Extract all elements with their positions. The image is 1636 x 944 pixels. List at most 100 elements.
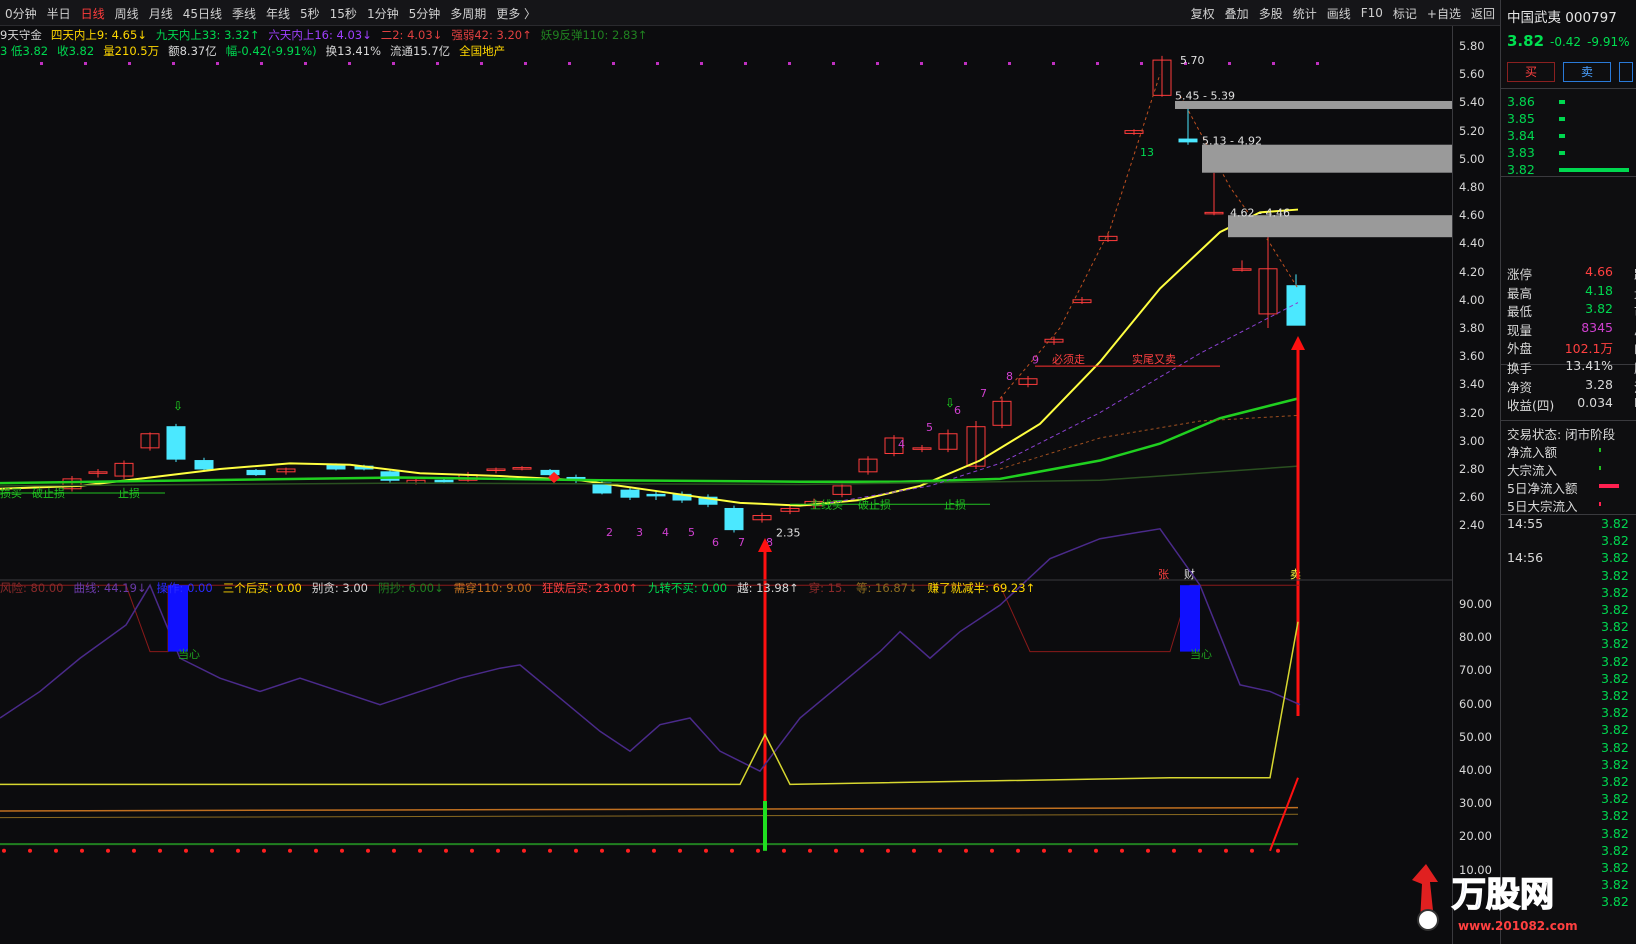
period-tab-10[interactable]: 1分钟: [362, 5, 404, 22]
price-tick: 3.20: [1459, 405, 1485, 420]
baseline-dot: [158, 848, 162, 853]
bid-volume-bar: [1559, 151, 1565, 155]
signal-dot: [788, 62, 791, 65]
operate-bar: [1180, 585, 1200, 652]
price-tick: 4.20: [1459, 264, 1485, 279]
baseline-dot: [756, 848, 760, 853]
kline-chart[interactable]: 5.70 5.45 - 5.39 5.13 - 4.92 4.62 - 4.46 2.3…: [0, 26, 1452, 944]
tick-row: 3.82: [1507, 533, 1636, 550]
baseline-dot: [730, 848, 734, 853]
tick-price: 3.82: [1601, 688, 1629, 703]
tick-price: 3.82: [1601, 653, 1629, 669]
zone-label: 4.62 - 4.46: [1230, 206, 1290, 219]
tick-price: 3.82: [1601, 516, 1629, 531]
ind-value-1: 曲线: 44.19↓: [73, 581, 147, 595]
tool-button-5[interactable]: F10: [1356, 6, 1388, 20]
baseline-dot: [860, 848, 864, 853]
watermark-logo: 万股网 www.201082.com: [1412, 864, 1578, 933]
brown-line: [0, 813, 1299, 819]
indicator-tick: 20.00: [1459, 829, 1492, 844]
tick-row: 3.82: [1507, 705, 1636, 722]
period-tab-1[interactable]: 半日: [42, 5, 76, 22]
period-tab-6[interactable]: 季线: [227, 5, 261, 22]
period-tab-3[interactable]: 周线: [110, 5, 144, 22]
stat-key: 最低: [1507, 304, 1533, 319]
period-tab-7[interactable]: 年线: [261, 5, 295, 22]
baseline-dot: [418, 848, 422, 853]
candle-body: [380, 471, 400, 481]
signal-dot: [1096, 62, 1099, 65]
price-pct: -9.91%: [1587, 35, 1630, 49]
period-tab-11[interactable]: 5分钟: [404, 5, 446, 22]
period-tab-13[interactable]: 更多 〉: [491, 5, 541, 22]
flow-row: 大宗流入: [1507, 460, 1636, 478]
baseline-dot: [886, 848, 890, 853]
period-tabs: 0分钟 半日 日线 周线 月线 45日线 季线 年线 5秒 15秒 1分钟 5分钟 多周期 更多 〉: [0, 0, 541, 26]
stop-label: 止损: [944, 497, 966, 511]
zone-label: 5.13 - 4.92: [1202, 134, 1262, 147]
tool-button-0[interactable]: 复权: [1186, 5, 1220, 22]
stat-row: 最高4.18量: [1507, 283, 1636, 301]
period-tab-9[interactable]: 15秒: [325, 5, 362, 22]
period-tab-4[interactable]: 月线: [144, 5, 178, 22]
bid-row[interactable]: 3.84: [1507, 128, 1636, 146]
tool-button-7[interactable]: +自选: [1422, 5, 1466, 22]
flow-bar: [1599, 502, 1601, 506]
seq-number: 4: [898, 438, 905, 451]
price-tick: 2.80: [1459, 462, 1485, 476]
bid-row[interactable]: 3.86: [1507, 94, 1636, 112]
bid-row[interactable]: 3.85: [1507, 111, 1636, 129]
stat-key: 换手: [1507, 361, 1533, 376]
candle-body: [724, 507, 744, 531]
tool-button-8[interactable]: 返回: [1466, 5, 1500, 22]
baseline-dot: [1146, 848, 1150, 853]
sell-label: 实尾又卖: [1132, 352, 1176, 366]
baseline-dot: [1224, 848, 1228, 853]
tick-row: 3.82: [1507, 636, 1636, 653]
baseline-dot: [522, 848, 526, 853]
careful-label: 当心: [1190, 647, 1212, 661]
stat-value: 4.18: [1585, 282, 1613, 298]
period-tab-8[interactable]: 5秒: [295, 5, 325, 22]
stat-key: 现量: [1507, 322, 1533, 338]
more-button[interactable]: [1619, 62, 1633, 82]
price-tick: 4.40: [1459, 236, 1485, 251]
tool-button-6[interactable]: 标记: [1388, 5, 1422, 22]
baseline-dot: [652, 848, 656, 853]
baseline-dot: [964, 848, 968, 853]
price-tick: 5.80: [1459, 39, 1485, 53]
ma30-line: [999, 414, 1299, 470]
indicator-tick: 40.00: [1459, 763, 1492, 777]
price-tick: 2.40: [1459, 518, 1485, 533]
tool-button-2[interactable]: 多股: [1254, 5, 1288, 22]
baseline-dot: [678, 848, 682, 853]
tick-price: 3.82: [1601, 808, 1629, 824]
baseline-dot: [184, 848, 188, 853]
tool-button-1[interactable]: 叠加: [1220, 5, 1254, 22]
candle-body: [194, 460, 214, 470]
baseline-dot: [704, 848, 708, 853]
ind-value-7: 狂跌后买: 23.00↑: [541, 581, 638, 595]
bid-row[interactable]: 3.82: [1507, 162, 1636, 180]
tool-button-4[interactable]: 画线: [1322, 5, 1356, 22]
tool-button-3[interactable]: 统计: [1288, 5, 1322, 22]
tick-row: 14:56 3.82: [1507, 550, 1636, 567]
period-tab-12[interactable]: 多周期: [445, 5, 491, 22]
buy-button[interactable]: 买: [1507, 62, 1555, 82]
stat-value: 8345: [1581, 319, 1613, 335]
flow-row: 5日净流入额: [1507, 478, 1636, 496]
seq-number: 2: [606, 526, 613, 539]
signal-dot: [84, 62, 87, 65]
signal-dot: [1140, 62, 1143, 65]
sell-button[interactable]: 卖: [1563, 62, 1611, 82]
signal-dot: [700, 62, 703, 65]
period-tab-2[interactable]: 日线: [76, 5, 110, 22]
bid-row[interactable]: 3.83: [1507, 145, 1636, 163]
period-tab-5[interactable]: 45日线: [178, 5, 227, 22]
svg-text:万股网: 万股网: [1452, 875, 1554, 915]
price-tick: 4.00: [1459, 292, 1485, 307]
baseline-dot: [132, 848, 136, 853]
stat-value: 3.82: [1585, 301, 1613, 316]
period-tab-0[interactable]: 0分钟: [0, 5, 42, 22]
baseline-dot: [210, 848, 214, 853]
